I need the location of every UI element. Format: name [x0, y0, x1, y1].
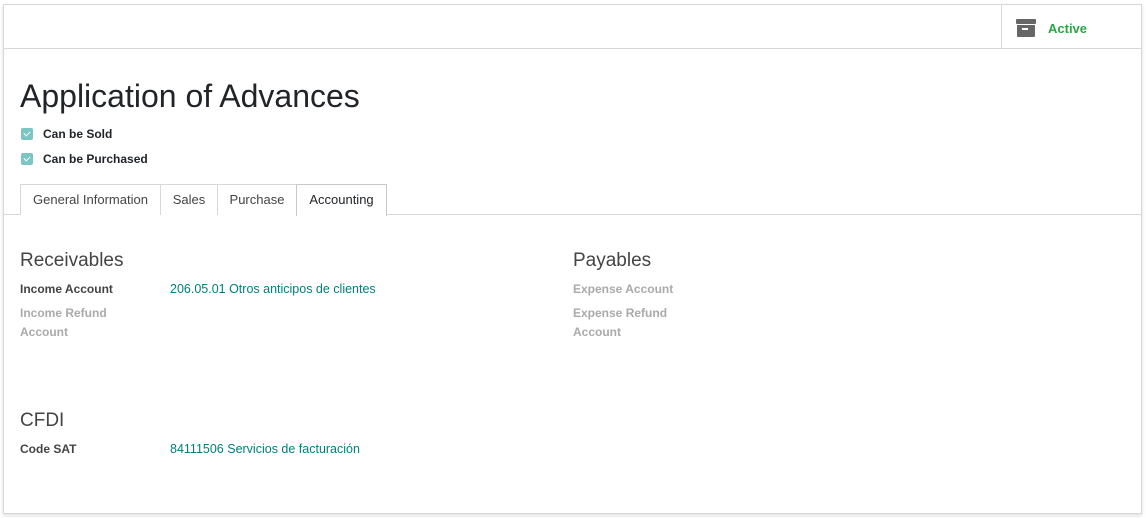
expense-account-label: Expense Account	[573, 282, 674, 296]
can-be-purchased-checkbox[interactable]	[21, 153, 33, 165]
tab-sales[interactable]: Sales	[160, 184, 218, 215]
income-refund-account-label-line1: Income Refund	[20, 306, 107, 320]
expense-refund-account-label-line2: Account	[573, 325, 621, 339]
can-be-purchased-label[interactable]: Can be Purchased	[43, 151, 148, 167]
tab-accounting[interactable]: Accounting	[296, 184, 387, 216]
expense-refund-account-label-line1: Expense Refund	[573, 306, 668, 320]
can-be-sold-label[interactable]: Can be Sold	[43, 126, 112, 142]
income-account-value[interactable]: 206.05.01 Otros anticipos de clientes	[170, 280, 376, 299]
income-refund-account-label-line2: Account	[20, 325, 68, 339]
cfdi-title: CFDI	[20, 410, 65, 431]
active-label: Active	[1048, 21, 1088, 36]
code-sat-label: Code SAT	[20, 442, 77, 456]
active-toggle-button[interactable]: Active	[1001, 5, 1141, 49]
form-sheet: Active Application of Advances Can be So…	[3, 4, 1142, 514]
product-name: Application of Advances	[20, 78, 360, 114]
payables-title: Payables	[573, 250, 652, 271]
button-box: Active	[4, 5, 1141, 49]
code-sat-value[interactable]: 84111506 Servicios de facturación	[170, 440, 360, 459]
income-account-label: Income Account	[20, 282, 113, 296]
receivables-title: Receivables	[20, 250, 124, 271]
archive-icon	[1016, 19, 1036, 37]
can-be-sold-checkbox[interactable]	[21, 128, 33, 140]
tab-general-information[interactable]: General Information	[20, 184, 161, 215]
tab-purchase[interactable]: Purchase	[217, 184, 297, 215]
